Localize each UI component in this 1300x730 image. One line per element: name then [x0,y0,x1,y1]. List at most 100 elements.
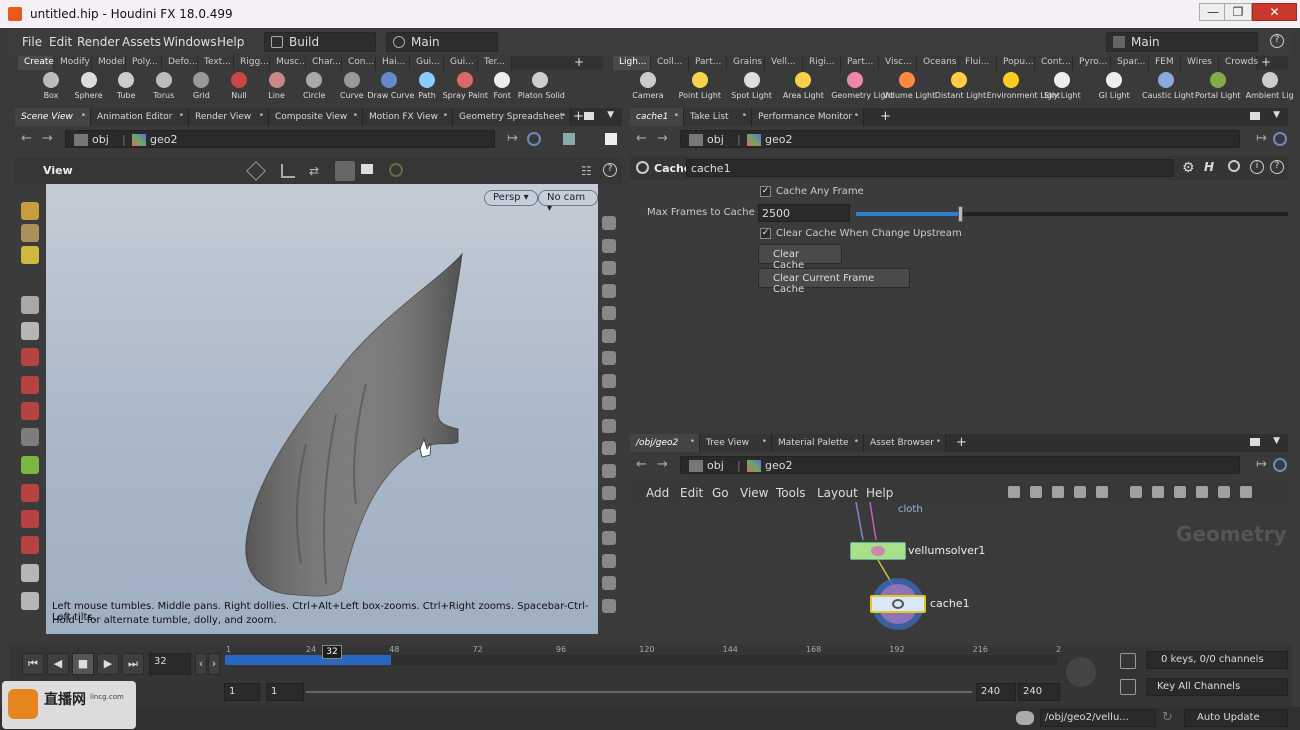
shelf-tab[interactable]: Pyro... [1073,56,1111,70]
shelf-tab[interactable]: Spar... [1111,56,1149,70]
pane-tab[interactable]: Take List • [684,108,752,126]
camera-icon[interactable] [361,164,373,174]
range-start-field[interactable]: 1 [224,683,260,701]
sphere-icon[interactable] [21,376,39,394]
shelf-tab[interactable]: Text... [198,56,234,70]
pane-arrow-icon[interactable]: ▼ [607,110,614,120]
shelf-add-tab-icon[interactable]: + [574,55,584,69]
camera-menu[interactable]: No cam ▾ [538,190,598,214]
shade-icon[interactable] [602,216,616,230]
timeline-track[interactable] [225,655,1057,665]
shelf-tool-caustic-light[interactable]: Caustic Light [1142,72,1194,106]
pane-menu-icon[interactable] [584,112,594,120]
arrow-select-icon[interactable] [21,296,39,314]
forward-arrow-icon[interactable]: → [657,131,668,146]
path-geo2[interactable]: geo2 [150,133,177,146]
grid-icon[interactable] [1074,486,1086,498]
shelf-tool-portal-light[interactable]: Portal Light [1194,72,1242,106]
shelf-tab[interactable]: Rigg... [234,56,270,70]
pane-tab[interactable]: Geometry Spreadsheet • [453,108,571,126]
shelf-tool-platon-solid[interactable]: Platon Solid [518,72,565,106]
network-menu-help[interactable]: Help [866,486,893,500]
jump-end-button[interactable]: ⏭ [122,653,144,675]
jump-start-button[interactable]: ⏮ [22,653,44,675]
menu-file[interactable]: File [22,35,42,49]
note-icon[interactable] [1152,486,1164,498]
max-frames-field[interactable]: 2500 [758,204,850,222]
desktop-select-build[interactable]: Build [264,32,376,52]
shelf-tool-spot-light[interactable]: Spot Light [728,72,776,106]
pane-menu-icon[interactable] [1250,112,1260,120]
shelf-tab[interactable]: Wires [1181,56,1219,70]
pane-tab[interactable]: Performance Monitor • [752,108,864,126]
clear-cache-button[interactable]: Clear Cache [758,244,842,271]
brush-icon[interactable] [21,564,39,582]
shelf-tab[interactable]: FEM [1149,56,1181,70]
network-menu-go[interactable]: Go [712,486,729,500]
tab-close-icon[interactable]: • [936,437,941,447]
handle-icon[interactable] [21,246,39,264]
tab-close-icon[interactable]: • [674,111,679,121]
shelf-tab[interactable]: Cont... [1035,56,1073,70]
light-icon[interactable] [602,328,616,343]
playback-start-field[interactable]: 1 [266,683,304,701]
shelf-tab[interactable]: Gui... [410,56,444,70]
shelf-add-tab-icon[interactable]: + [1261,55,1271,69]
cube-icon[interactable] [563,133,575,145]
pane-tab[interactable]: Scene View • [15,108,91,126]
path-obj[interactable]: obj [707,133,724,146]
chat-icon[interactable] [1016,711,1034,725]
shelf-tab[interactable]: Model [92,56,126,70]
shelf-tab[interactable]: Poly... [126,56,162,70]
menu-edit[interactable]: Edit [49,35,72,49]
color-icon[interactable] [1196,486,1208,498]
tab-close-icon[interactable]: • [762,437,767,447]
fog-icon[interactable] [602,418,616,433]
node-name-field[interactable]: cache1 [686,159,1174,177]
shelf-tool-area-light[interactable]: Area Light [779,72,827,106]
step-back-button[interactable]: ‹ [195,653,207,675]
back-arrow-icon[interactable]: ← [636,457,647,472]
options-icon[interactable]: ☷ [581,164,592,178]
play-reverse-button[interactable]: ◀ [47,653,69,675]
transform-icon[interactable] [21,224,39,242]
tab-close-icon[interactable]: • [81,111,86,121]
graph-icon[interactable] [1120,679,1136,695]
add-tab-icon[interactable]: + [573,109,584,124]
shelf-tab[interactable]: Create [18,56,54,70]
lamp-icon[interactable] [21,402,39,420]
pen-icon[interactable] [602,486,616,500]
param-help-icon[interactable]: ? [1270,160,1284,174]
cache-node[interactable] [870,595,926,613]
pin-icon[interactable]: ↦ [507,131,518,146]
pin-icon[interactable]: ↦ [1256,131,1267,146]
update-mode-menu[interactable]: Auto Update [1184,709,1288,727]
close-button[interactable]: ✕ [1252,3,1297,21]
shelf-tool-camera[interactable]: Camera [624,72,672,106]
wrench-icon[interactable] [1008,486,1020,498]
pane-tab[interactable]: Composite View • [269,108,363,126]
scene-viewport[interactable]: Persp ▾ No cam ▾ Left mouse tumbles. Mid… [46,184,598,634]
cache-any-frame-checkbox[interactable]: ✓ [760,186,771,197]
shelf-tab[interactable]: Hai... [376,56,410,70]
lock-icon[interactable] [21,322,39,340]
flag-icon[interactable] [602,576,616,590]
wire-icon[interactable] [602,238,616,253]
number-icon[interactable] [602,531,616,545]
playback-end-field[interactable]: 240 [976,683,1016,701]
shelf-tab[interactable]: Musc... [270,56,308,70]
pane-tab[interactable]: Animation Editor • [91,108,189,126]
shelf-tab[interactable]: Popu... [997,56,1035,70]
pane-tab[interactable]: Render View • [189,108,269,126]
tab-close-icon[interactable]: • [690,437,695,447]
layout-icon[interactable] [1130,486,1142,498]
back-arrow-icon[interactable]: ← [636,131,647,146]
add-tab-icon[interactable]: + [880,109,891,124]
tab-close-icon[interactable]: • [854,111,859,121]
pane-tab[interactable]: Motion FX View • [363,108,453,126]
shelf-tab[interactable]: Modify [54,56,92,70]
link-icon[interactable] [527,132,541,146]
tab-close-icon[interactable]: • [259,111,264,121]
maximize-button[interactable]: ❐ [1224,3,1252,21]
network-menu-view[interactable]: View [740,486,768,500]
